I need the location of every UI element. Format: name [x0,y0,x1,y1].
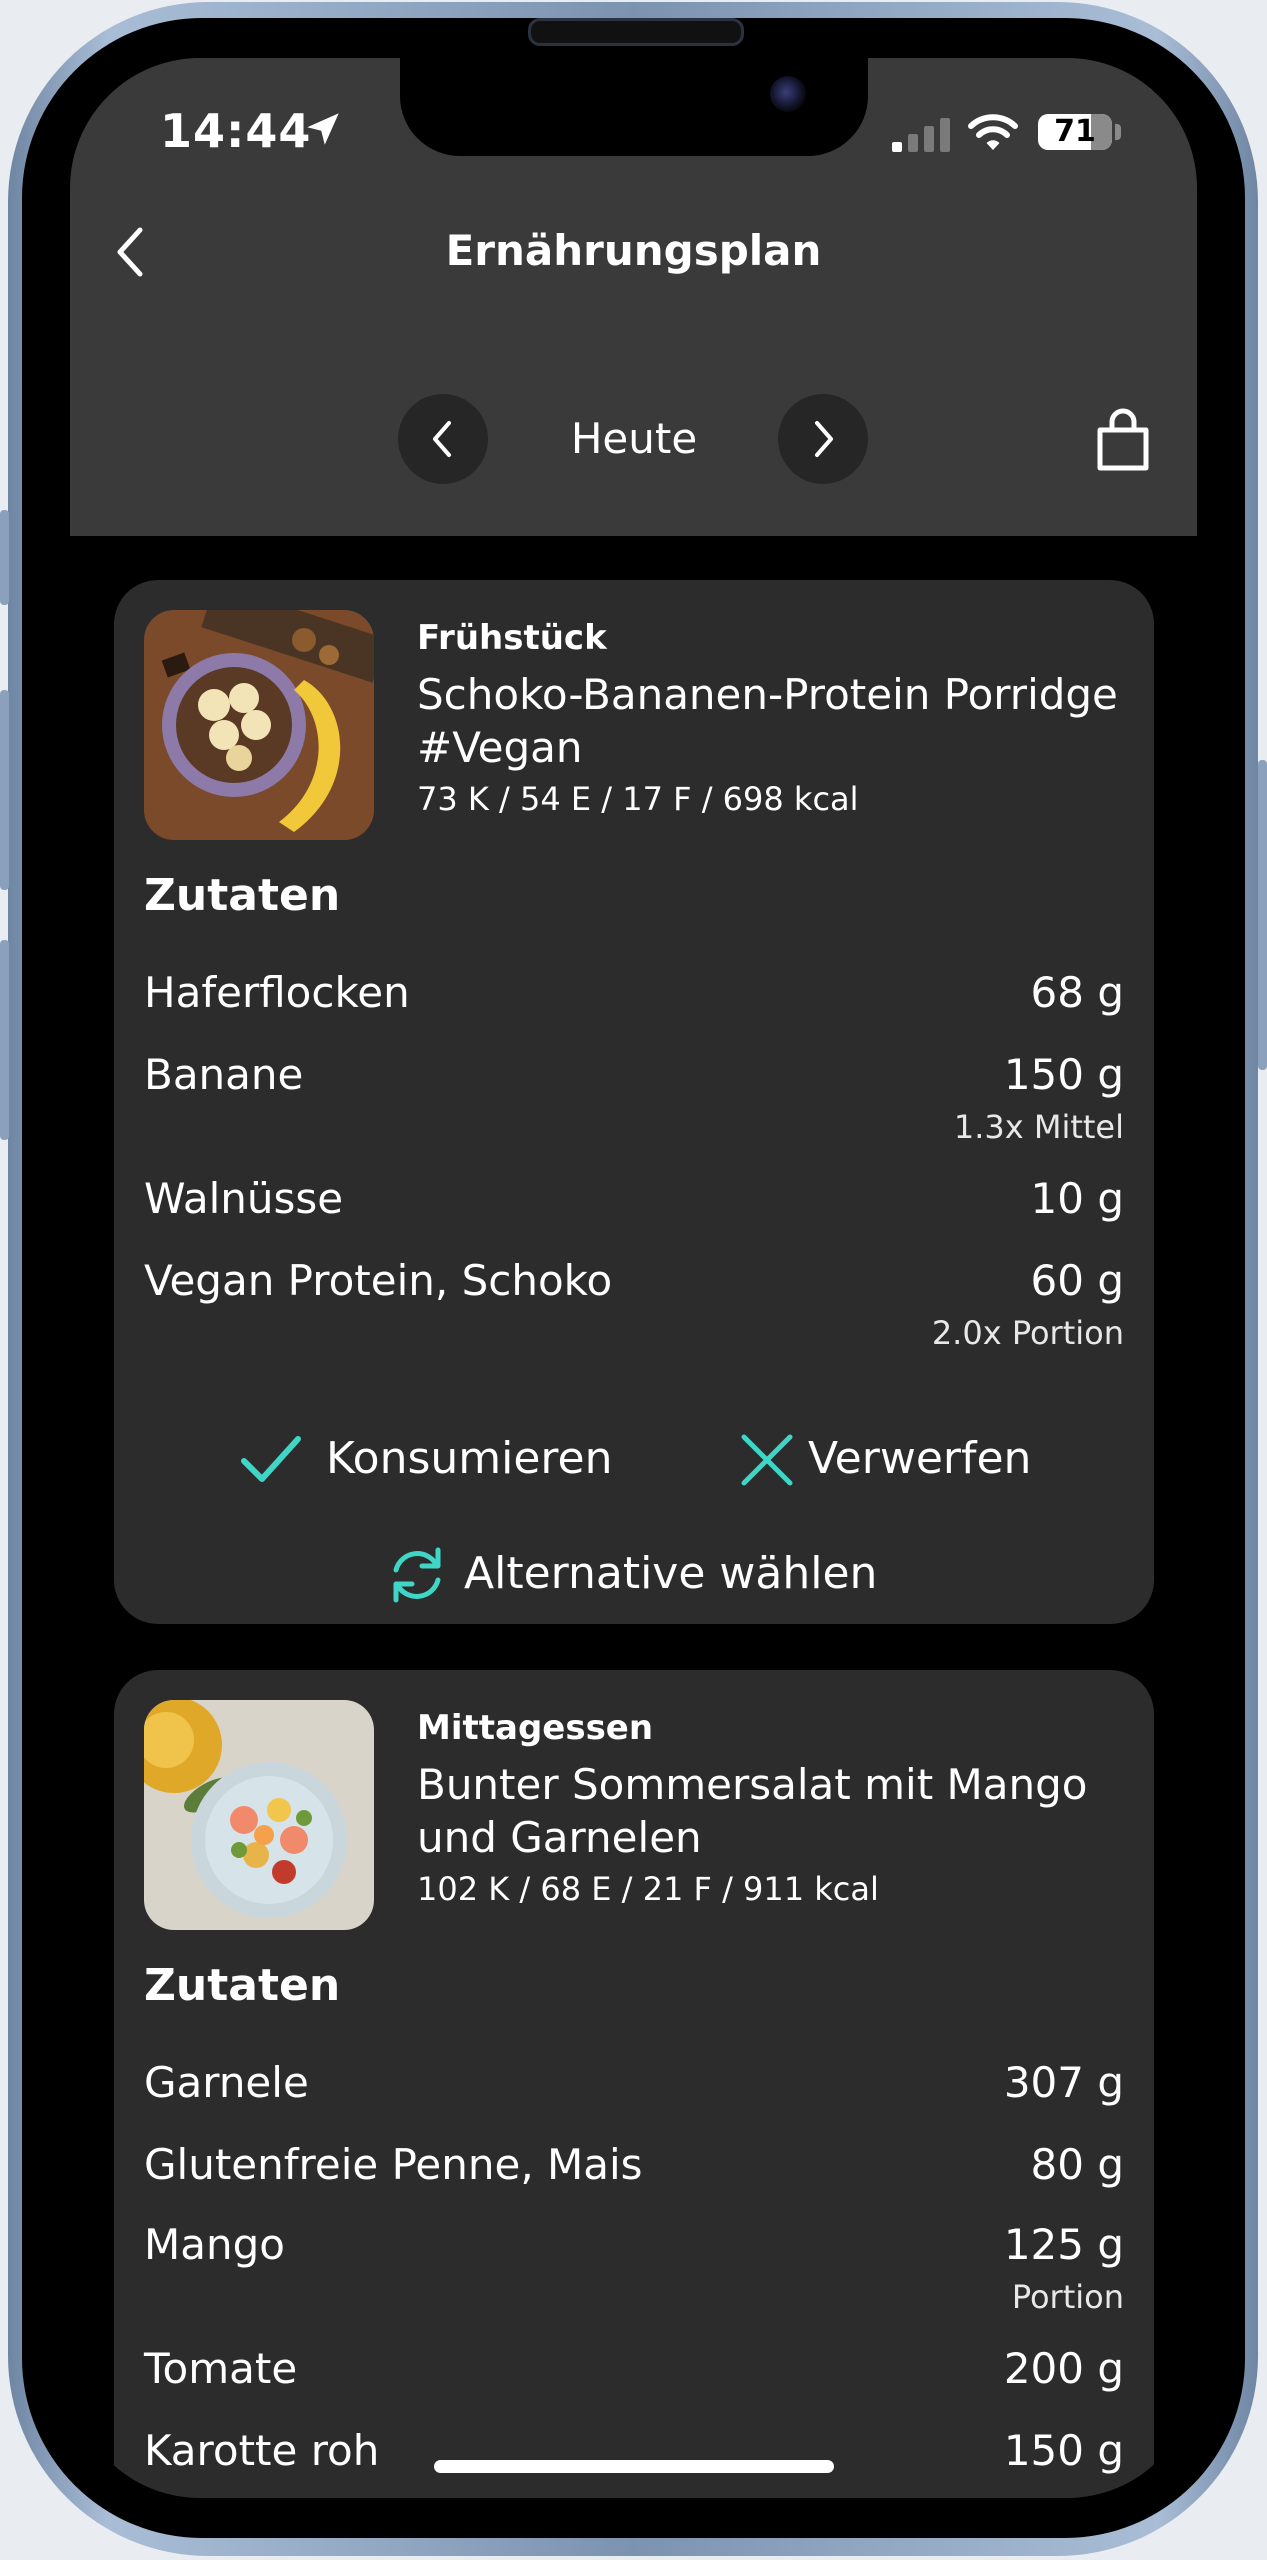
meal-card-lunch[interactable]: Mittagessen Bunter Sommersalat mit Mango… [114,1670,1154,2498]
ingredients-heading: Zutaten [144,870,341,921]
ingredient-name: Glutenfreie Penne, Mais [144,2140,643,2189]
previous-day-button[interactable] [398,394,488,484]
ingredient-amount: 80 g [1030,2140,1124,2189]
earpiece-speaker [528,18,744,46]
power-button [1258,760,1267,1070]
ingredient-row: Mango 125 g Portion [144,2220,1124,2316]
battery-icon: 71 [1038,114,1112,150]
ingredient-name: Tomate [144,2344,298,2393]
chevron-left-icon [433,421,451,457]
ingredient-name: Mango [144,2220,285,2269]
choose-alternative-button[interactable]: Alternative wählen [386,1540,906,1610]
ingredient-amount: 10 g [1030,1174,1124,1223]
meal-thumbnail [144,610,374,840]
ingredient-amount: 60 g [1030,1256,1124,1305]
ingredient-amount: 125 g [1003,2220,1124,2269]
refresh-icon [393,1547,441,1603]
ingredient-name: Walnüsse [144,1174,344,1223]
ingredient-name: Haferflocken [144,968,410,1017]
meal-macros: 73 K / 54 E / 17 F / 698 kcal [417,780,859,818]
ingredient-row: Vegan Protein, Schoko 60 g 2.0x Portion [144,1256,1124,1352]
ingredient-row: Karotte roh 150 g [144,2426,1124,2486]
ingredient-note: 1.3x Mittel [953,1108,1124,1146]
silent-switch [0,510,9,605]
meal-name[interactable]: Schoko-Bananen-Protein Porridge #Vegan [417,668,1137,774]
consume-button[interactable]: Konsumieren [240,1425,620,1495]
discard-label: Verwerfen [808,1433,1032,1484]
header: 14:44 71 Ernährungsplan Heute [70,58,1197,536]
ingredient-amount: 150 g [1003,2426,1124,2475]
close-icon [741,1434,793,1486]
front-camera [770,76,806,112]
ingredient-name: Karotte roh [144,2426,380,2475]
meal-card-breakfast[interactable]: Frühstück Schoko-Bananen-Protein Porridg… [114,580,1154,1624]
checkmark-icon [241,1436,301,1482]
screen: 14:44 71 Ernährungsplan Heute Frühstück … [70,58,1197,2498]
ingredient-row: Haferflocken 68 g [144,968,1124,1028]
ingredient-row: Tomate 200 g [144,2344,1124,2404]
ingredient-row: Garnele 307 g [144,2058,1124,2118]
wifi-icon [968,114,1018,150]
notch [400,58,868,156]
ingredient-name: Banane [144,1050,304,1099]
meal-thumbnail [144,1700,374,1930]
meal-macros: 102 K / 68 E / 21 F / 911 kcal [417,1870,879,1908]
volume-down-button [0,940,9,1140]
next-day-button[interactable] [778,394,868,484]
meal-type: Frühstück [417,618,607,658]
ingredient-row: Walnüsse 10 g [144,1174,1124,1234]
ingredient-row: Banane 150 g 1.3x Mittel [144,1050,1124,1146]
consume-label: Konsumieren [326,1433,613,1484]
location-arrow-icon [307,113,339,145]
battery-percent: 71 [1054,114,1096,149]
ingredients-heading: Zutaten [144,1960,341,2011]
ingredient-row: Glutenfreie Penne, Mais 80 g [144,2140,1124,2200]
ingredient-amount: 68 g [1030,968,1124,1017]
ingredient-amount: 150 g [1003,1050,1124,1099]
page-title: Ernährungsplan [445,226,822,275]
cellular-signal-icon [892,118,950,152]
meal-name[interactable]: Bunter Sommersalat mit Mango und Garnele… [417,1758,1137,1864]
choose-alternative-label: Alternative wählen [464,1548,878,1599]
ingredient-amount: 307 g [1003,2058,1124,2107]
volume-up-button [0,690,9,890]
battery-cap [1115,124,1121,140]
shopping-bag-icon[interactable] [1092,406,1154,472]
status-time: 14:44 [160,104,312,158]
meal-type: Mittagessen [417,1708,654,1748]
discard-button[interactable]: Verwerfen [736,1425,1066,1495]
ingredient-amount: 200 g [1003,2344,1124,2393]
ingredient-name: Vegan Protein, Schoko [144,1256,613,1305]
date-label: Heute [570,414,698,463]
ingredient-name: Garnele [144,2058,309,2107]
ingredient-note: Portion [1011,2278,1124,2316]
ingredient-note: 2.0x Portion [931,1314,1124,1352]
home-indicator[interactable] [434,2460,834,2473]
chevron-right-icon [815,421,833,457]
